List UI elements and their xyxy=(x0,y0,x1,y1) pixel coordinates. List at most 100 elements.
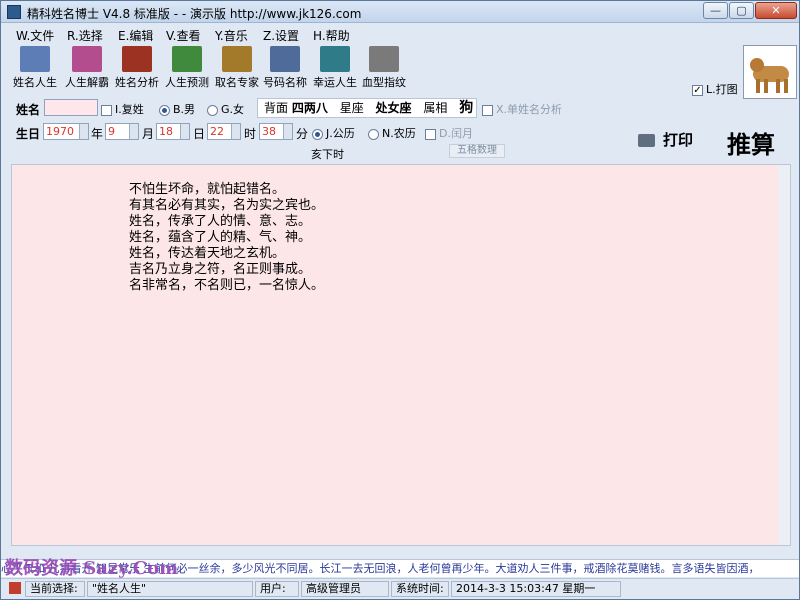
books-icon xyxy=(320,46,350,72)
tool-label: 姓名人生 xyxy=(13,76,57,89)
tool-life-forecast[interactable]: 人生预测 xyxy=(161,44,213,92)
month-unit: 月 xyxy=(142,127,155,141)
female-radio[interactable]: G.女 xyxy=(207,101,244,117)
female-label: G.女 xyxy=(221,103,245,116)
printer-icon xyxy=(638,134,655,147)
status-time-value: 2014-3-3 15:03:47 星期一 xyxy=(451,581,621,597)
minute-value: 38 xyxy=(262,125,276,138)
maximize-button[interactable]: ▢ xyxy=(729,2,754,19)
pencil-icon xyxy=(9,582,21,594)
checkbox-icon xyxy=(482,104,493,116)
day-unit: 日 xyxy=(193,127,206,141)
tool-lucky-life[interactable]: 幸运人生 xyxy=(309,44,361,92)
tool-blood-type[interactable]: 血型指纹 xyxy=(358,44,410,92)
zodiac-label: 属相 xyxy=(423,101,448,115)
tool-name-life[interactable]: 姓名人生 xyxy=(9,44,61,92)
print-button-label: 打印 xyxy=(663,131,694,149)
status-bar: 当前选择: "姓名人生" 用户: 高级管理员 系统时间: 2014-3-3 15… xyxy=(1,578,799,599)
content-scrollbar[interactable] xyxy=(778,165,790,545)
zodiac-value: 狗 xyxy=(459,100,474,116)
books-icon xyxy=(172,46,202,72)
window-title: 精科姓名博士 V4.8 标准版 - - 演示版 http://www.jk126… xyxy=(27,7,362,21)
hour-unit: 时 xyxy=(244,127,257,141)
year-unit: 年 xyxy=(91,127,104,141)
status-current-label: 当前选择: xyxy=(25,581,85,597)
tool-label: 幸运人生 xyxy=(313,76,357,89)
status-time-label: 系统时间: xyxy=(391,581,449,597)
checkbox-icon xyxy=(101,104,112,116)
status-current-value: "姓名人生" xyxy=(87,581,253,597)
compound-surname-checkbox[interactable]: I.复姓 xyxy=(101,101,144,117)
menu-edit[interactable]: E.编辑 xyxy=(118,27,153,44)
menu-select[interactable]: R.选择 xyxy=(67,27,103,44)
profile-info-box: 背面 四两八 星座 处女座 属相 狗 xyxy=(257,98,477,118)
menu-help[interactable]: H.帮助 xyxy=(313,27,350,44)
radio-icon xyxy=(312,128,323,140)
minute-stepper[interactable]: 38 xyxy=(259,123,293,140)
radio-icon xyxy=(159,104,170,116)
tool-label: 人生解霸 xyxy=(65,76,109,89)
leap-month-checkbox[interactable]: D.闰月 xyxy=(425,125,473,141)
name-label: 姓名 xyxy=(16,103,41,117)
single-name-label: X.单姓名分析 xyxy=(496,103,563,116)
day-value: 18 xyxy=(159,125,173,138)
title-bar: 精科姓名博士 V4.8 标准版 - - 演示版 http://www.jk126… xyxy=(1,1,799,23)
close-button[interactable]: ✕ xyxy=(755,2,797,19)
wuge-numerology-button[interactable]: 五格数理 xyxy=(449,144,505,158)
tool-naming-expert[interactable]: 取名专家 xyxy=(211,44,263,92)
calculate-button[interactable]: 推算 xyxy=(727,125,775,160)
year-stepper[interactable]: 1970 xyxy=(43,123,89,140)
toolbar: 姓名人生 人生解霸 姓名分析 人生预测 取名专家 号码名称 幸运人生 血型指纹 xyxy=(1,44,799,94)
lunar-label: N.农历 xyxy=(382,127,416,140)
verse-line: 名非常名，不名则已，一名惊人。 xyxy=(129,278,325,293)
constellation-value: 处女座 xyxy=(375,101,412,115)
book-icon xyxy=(369,46,399,72)
month-stepper[interactable]: 9 xyxy=(105,123,139,140)
radio-icon xyxy=(368,128,379,140)
tool-label: 姓名分析 xyxy=(115,76,159,89)
tool-life-master[interactable]: 人生解霸 xyxy=(61,44,113,92)
name-input[interactable] xyxy=(44,99,98,116)
male-label: B.男 xyxy=(173,103,196,116)
status-user-label: 用户: xyxy=(255,581,299,597)
radio-icon xyxy=(207,104,218,116)
books-icon xyxy=(222,46,252,72)
checkbox-icon xyxy=(425,128,436,140)
month-value: 9 xyxy=(108,125,115,138)
tool-label: 血型指纹 xyxy=(362,76,406,89)
open-book-icon xyxy=(122,46,152,72)
birthday-label: 生日 xyxy=(16,127,41,141)
app-icon xyxy=(7,5,21,19)
compound-surname-label: I.复姓 xyxy=(115,103,144,116)
print-image-checkbox[interactable]: ✓ L.打图 xyxy=(692,81,738,97)
tool-label: 取名专家 xyxy=(215,76,259,89)
hour-value: 22 xyxy=(210,125,224,138)
print-image-label: L.打图 xyxy=(706,83,738,96)
male-radio[interactable]: B.男 xyxy=(159,101,195,117)
minute-unit: 分 xyxy=(296,127,309,141)
main-window: 精科姓名博士 V4.8 标准版 - - 演示版 http://www.jk126… xyxy=(0,0,800,600)
bone-weight-value: 四两八 xyxy=(291,101,328,115)
minimize-button[interactable]: — xyxy=(703,2,728,19)
open-book-icon xyxy=(270,46,300,72)
menu-music[interactable]: Y.音乐 xyxy=(215,27,248,44)
solar-calendar-radio[interactable]: J.公历 xyxy=(312,125,355,141)
content-panel: 不怕生坏命，就怕起错名。 有其名必有其实，名为实之宾也。 姓名，传承了人的情、意… xyxy=(11,164,791,546)
books-icon xyxy=(20,46,50,72)
menu-settings[interactable]: Z.设置 xyxy=(263,27,299,44)
zodiac-dog-image xyxy=(743,45,797,99)
hour-stepper[interactable]: 22 xyxy=(207,123,241,140)
day-stepper[interactable]: 18 xyxy=(156,123,190,140)
checkbox-icon: ✓ xyxy=(692,84,703,96)
lunar-calendar-radio[interactable]: N.农历 xyxy=(368,125,416,141)
menu-view[interactable]: V.查看 xyxy=(166,27,200,44)
tool-name-analysis[interactable]: 姓名分析 xyxy=(111,44,163,92)
single-name-checkbox[interactable]: X.单姓名分析 xyxy=(482,101,562,117)
print-button[interactable]: 打印 xyxy=(638,129,693,150)
solar-label: J.公历 xyxy=(326,127,355,140)
tool-number-name[interactable]: 号码名称 xyxy=(259,44,311,92)
menu-file[interactable]: W.文件 xyxy=(16,27,54,44)
leap-month-label: D.闰月 xyxy=(439,127,473,140)
constellation-label: 星座 xyxy=(339,101,364,115)
chinese-hour-label: 亥下时 xyxy=(311,148,344,161)
